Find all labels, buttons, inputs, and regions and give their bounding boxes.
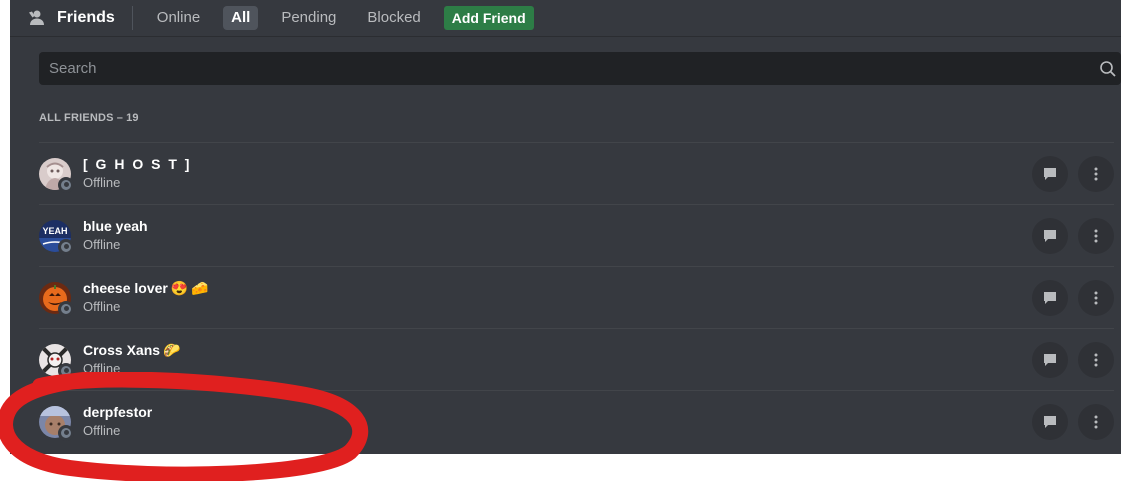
more-button[interactable] [1078,342,1114,378]
message-bubble-icon [1044,168,1056,180]
friend-info: blue yeah Offline [83,218,148,253]
more-vertical-icon [1094,167,1098,181]
friend-actions [1022,280,1114,316]
friend-actions [1022,156,1114,192]
friend-info: Cross Xans 🌮 Offline [83,342,180,377]
friend-name: blue yeah [83,218,148,235]
avatar-wrap [39,405,74,441]
friend-status: Offline [83,361,121,376]
message-button[interactable] [1032,156,1068,192]
friends-page: Friends Online All Pending Blocked Add F… [10,0,1121,454]
search-bar [39,52,1121,85]
offline-status-icon [58,300,74,317]
avatar-text: YEAH [42,226,67,236]
more-vertical-icon [1094,291,1098,305]
message-button[interactable] [1032,280,1068,316]
more-vertical-icon [1094,229,1098,243]
tab-pending[interactable]: Pending [273,6,344,30]
avatar-wrap [39,157,74,193]
offline-status-icon [58,176,74,193]
avatar-wrap: YEAH [39,219,74,255]
friend-name: derpfestor [83,404,152,421]
friend-name: [ G H O S T ] [83,156,191,173]
message-button[interactable] [1032,404,1068,440]
friends-title-group: Friends [28,9,115,27]
message-bubble-icon [1044,292,1056,304]
friend-status: Offline [83,175,121,190]
header-divider [131,6,133,30]
friends-header: Friends Online All Pending Blocked Add F… [10,0,1121,37]
section-separator: – [116,112,124,124]
cheese-emoji-icon: 🧀 [191,280,209,296]
more-button[interactable] [1078,218,1114,254]
friend-actions [1022,342,1114,378]
friend-info: [ G H O S T ] Offline [83,156,191,191]
more-button[interactable] [1078,156,1114,192]
friend-name: cheese lover 😍 🧀 [83,280,209,297]
friend-status: Offline [83,423,121,438]
avatar-wrap [39,281,74,317]
friend-info: cheese lover 😍 🧀 Offline [83,280,209,315]
search-icon[interactable] [1099,60,1117,78]
friends-wave-icon [28,10,50,26]
friend-name: Cross Xans 🌮 [83,342,180,359]
offline-status-icon [58,362,74,379]
friend-actions [1022,218,1114,254]
message-button[interactable] [1032,218,1068,254]
friend-actions [1022,404,1114,440]
section-label: ALL FRIENDS [39,112,114,124]
friend-row[interactable]: Cross Xans 🌮 Offline [39,328,1114,390]
heart-eyes-emoji-icon: 😍 [170,280,189,296]
tab-all[interactable]: All [223,6,259,30]
more-button[interactable] [1078,280,1114,316]
friend-status: Offline [83,237,121,252]
offline-status-icon [58,238,74,255]
friend-row[interactable]: derpfestor Offline [39,390,1114,452]
friend-name-text: blue yeah [83,218,148,234]
friend-name-text: [ G H O S T ] [83,156,192,172]
more-vertical-icon [1094,415,1098,429]
add-friend-button[interactable]: Add Friend [443,6,534,30]
more-vertical-icon [1094,353,1098,367]
tab-online[interactable]: Online [149,6,208,30]
friend-name-text: derpfestor [83,404,153,420]
message-bubble-icon [1044,354,1056,366]
friend-status: Offline [83,299,121,314]
message-button[interactable] [1032,342,1068,378]
section-heading: ALL FRIENDS –19 [39,112,139,124]
page-title: Friends [57,9,115,26]
friend-row[interactable]: YEAH blue yeah Offline [39,204,1114,266]
friend-name-text: Cross Xans [83,342,161,358]
avatar-wrap [39,343,74,379]
friend-count: 19 [126,112,139,124]
message-bubble-icon [1044,416,1056,428]
friends-list: [ G H O S T ] Offline YEAH blue yeah Off… [39,142,1114,452]
more-button[interactable] [1078,404,1114,440]
friend-name-text: cheese lover [83,280,168,296]
tab-blocked[interactable]: Blocked [359,6,428,30]
friend-row[interactable]: [ G H O S T ] Offline [39,142,1114,204]
offline-status-icon [58,424,74,441]
taco-emoji-icon: 🌮 [163,342,181,358]
friend-info: derpfestor Offline [83,404,152,439]
search-input[interactable] [39,59,1099,78]
message-bubble-icon [1044,230,1056,242]
friend-row[interactable]: cheese lover 😍 🧀 Offline [39,266,1114,328]
